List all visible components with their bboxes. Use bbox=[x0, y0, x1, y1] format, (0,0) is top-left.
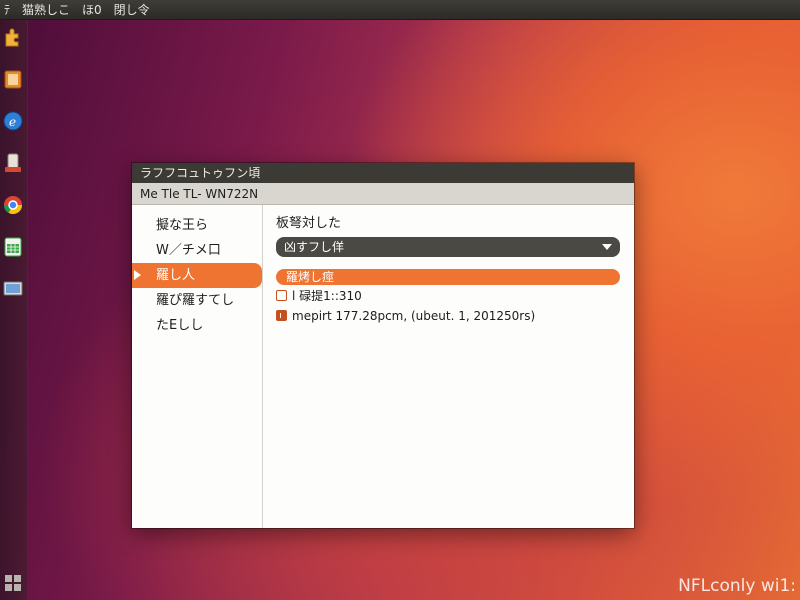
menu-item-2[interactable]: 猫熟しこ bbox=[22, 1, 70, 18]
info-row-1-text: l 碌提1::310 bbox=[292, 289, 362, 303]
workspace-icon[interactable] bbox=[1, 570, 25, 596]
browser-icon[interactable]: e bbox=[1, 108, 25, 134]
dialog-title[interactable]: ラフフコュトゥフン頃 bbox=[132, 163, 634, 183]
svg-text:e: e bbox=[9, 115, 16, 129]
sidebar-item-3-selected[interactable]: 羅し人 bbox=[132, 263, 262, 288]
sidebar-item-5[interactable]: たЕしし bbox=[132, 313, 262, 338]
sidebar-item-2[interactable]: W／チメ口 bbox=[132, 238, 262, 263]
network-dialog: ラフフコュトゥフン頃 Me Tle TL- WN722N 擬な王ら W／チメ口 … bbox=[132, 163, 634, 528]
spreadsheet-icon[interactable] bbox=[1, 234, 25, 260]
info-row-2: mepirt 177.28pcm, (ubeut. 1, 201250rs) bbox=[276, 306, 620, 325]
device-select-value: 凶すフし佯 bbox=[284, 240, 345, 254]
menu-item-4[interactable]: 閉し令 bbox=[114, 1, 150, 18]
menu-item-1[interactable]: ﾃ bbox=[4, 1, 10, 18]
menu-item-3[interactable]: ほ0 bbox=[82, 1, 102, 18]
section-header: 羅烤し痙 bbox=[276, 269, 620, 285]
screen-icon[interactable] bbox=[1, 276, 25, 302]
info-icon bbox=[276, 290, 287, 301]
sidebar-item-4[interactable]: 羅ぴ羅すてし bbox=[132, 288, 262, 313]
info-row-2-text: mepirt 177.28pcm, (ubeut. 1, 201250rs) bbox=[292, 308, 536, 323]
dialog-content: 板弩対した 凶すフし佯 羅烤し痙 l 碌提1::310 mepirt 177.2… bbox=[276, 213, 620, 325]
device-select[interactable]: 凶すフし佯 bbox=[276, 237, 620, 257]
dialog-sidebar: 擬な王ら W／チメ口 羅し人 羅ぴ羅すてし たЕしし bbox=[132, 205, 263, 528]
driver-icon bbox=[276, 310, 287, 321]
watermark-text: NFLconly wi1: bbox=[678, 576, 796, 596]
launcher: e bbox=[0, 20, 28, 600]
chrome-icon[interactable] bbox=[1, 192, 25, 218]
top-panel: ﾃ 猫熟しこ ほ0 閉し令 bbox=[0, 0, 800, 20]
archive-icon[interactable] bbox=[1, 66, 25, 92]
device-subtitle: Me Tle TL- WN722N bbox=[132, 183, 634, 205]
info-row-1: l 碌提1::310 bbox=[276, 286, 620, 305]
puzzle-icon[interactable] bbox=[1, 24, 25, 50]
dialog-body: 擬な王ら W／チメ口 羅し人 羅ぴ羅すてし たЕしし 板弩対した 凶すフし佯 羅… bbox=[132, 205, 634, 528]
sidebar-item-1[interactable]: 擬な王ら bbox=[132, 213, 262, 238]
content-heading: 板弩対した bbox=[276, 216, 342, 231]
installer-icon[interactable] bbox=[1, 150, 25, 176]
chevron-down-icon bbox=[602, 244, 612, 250]
